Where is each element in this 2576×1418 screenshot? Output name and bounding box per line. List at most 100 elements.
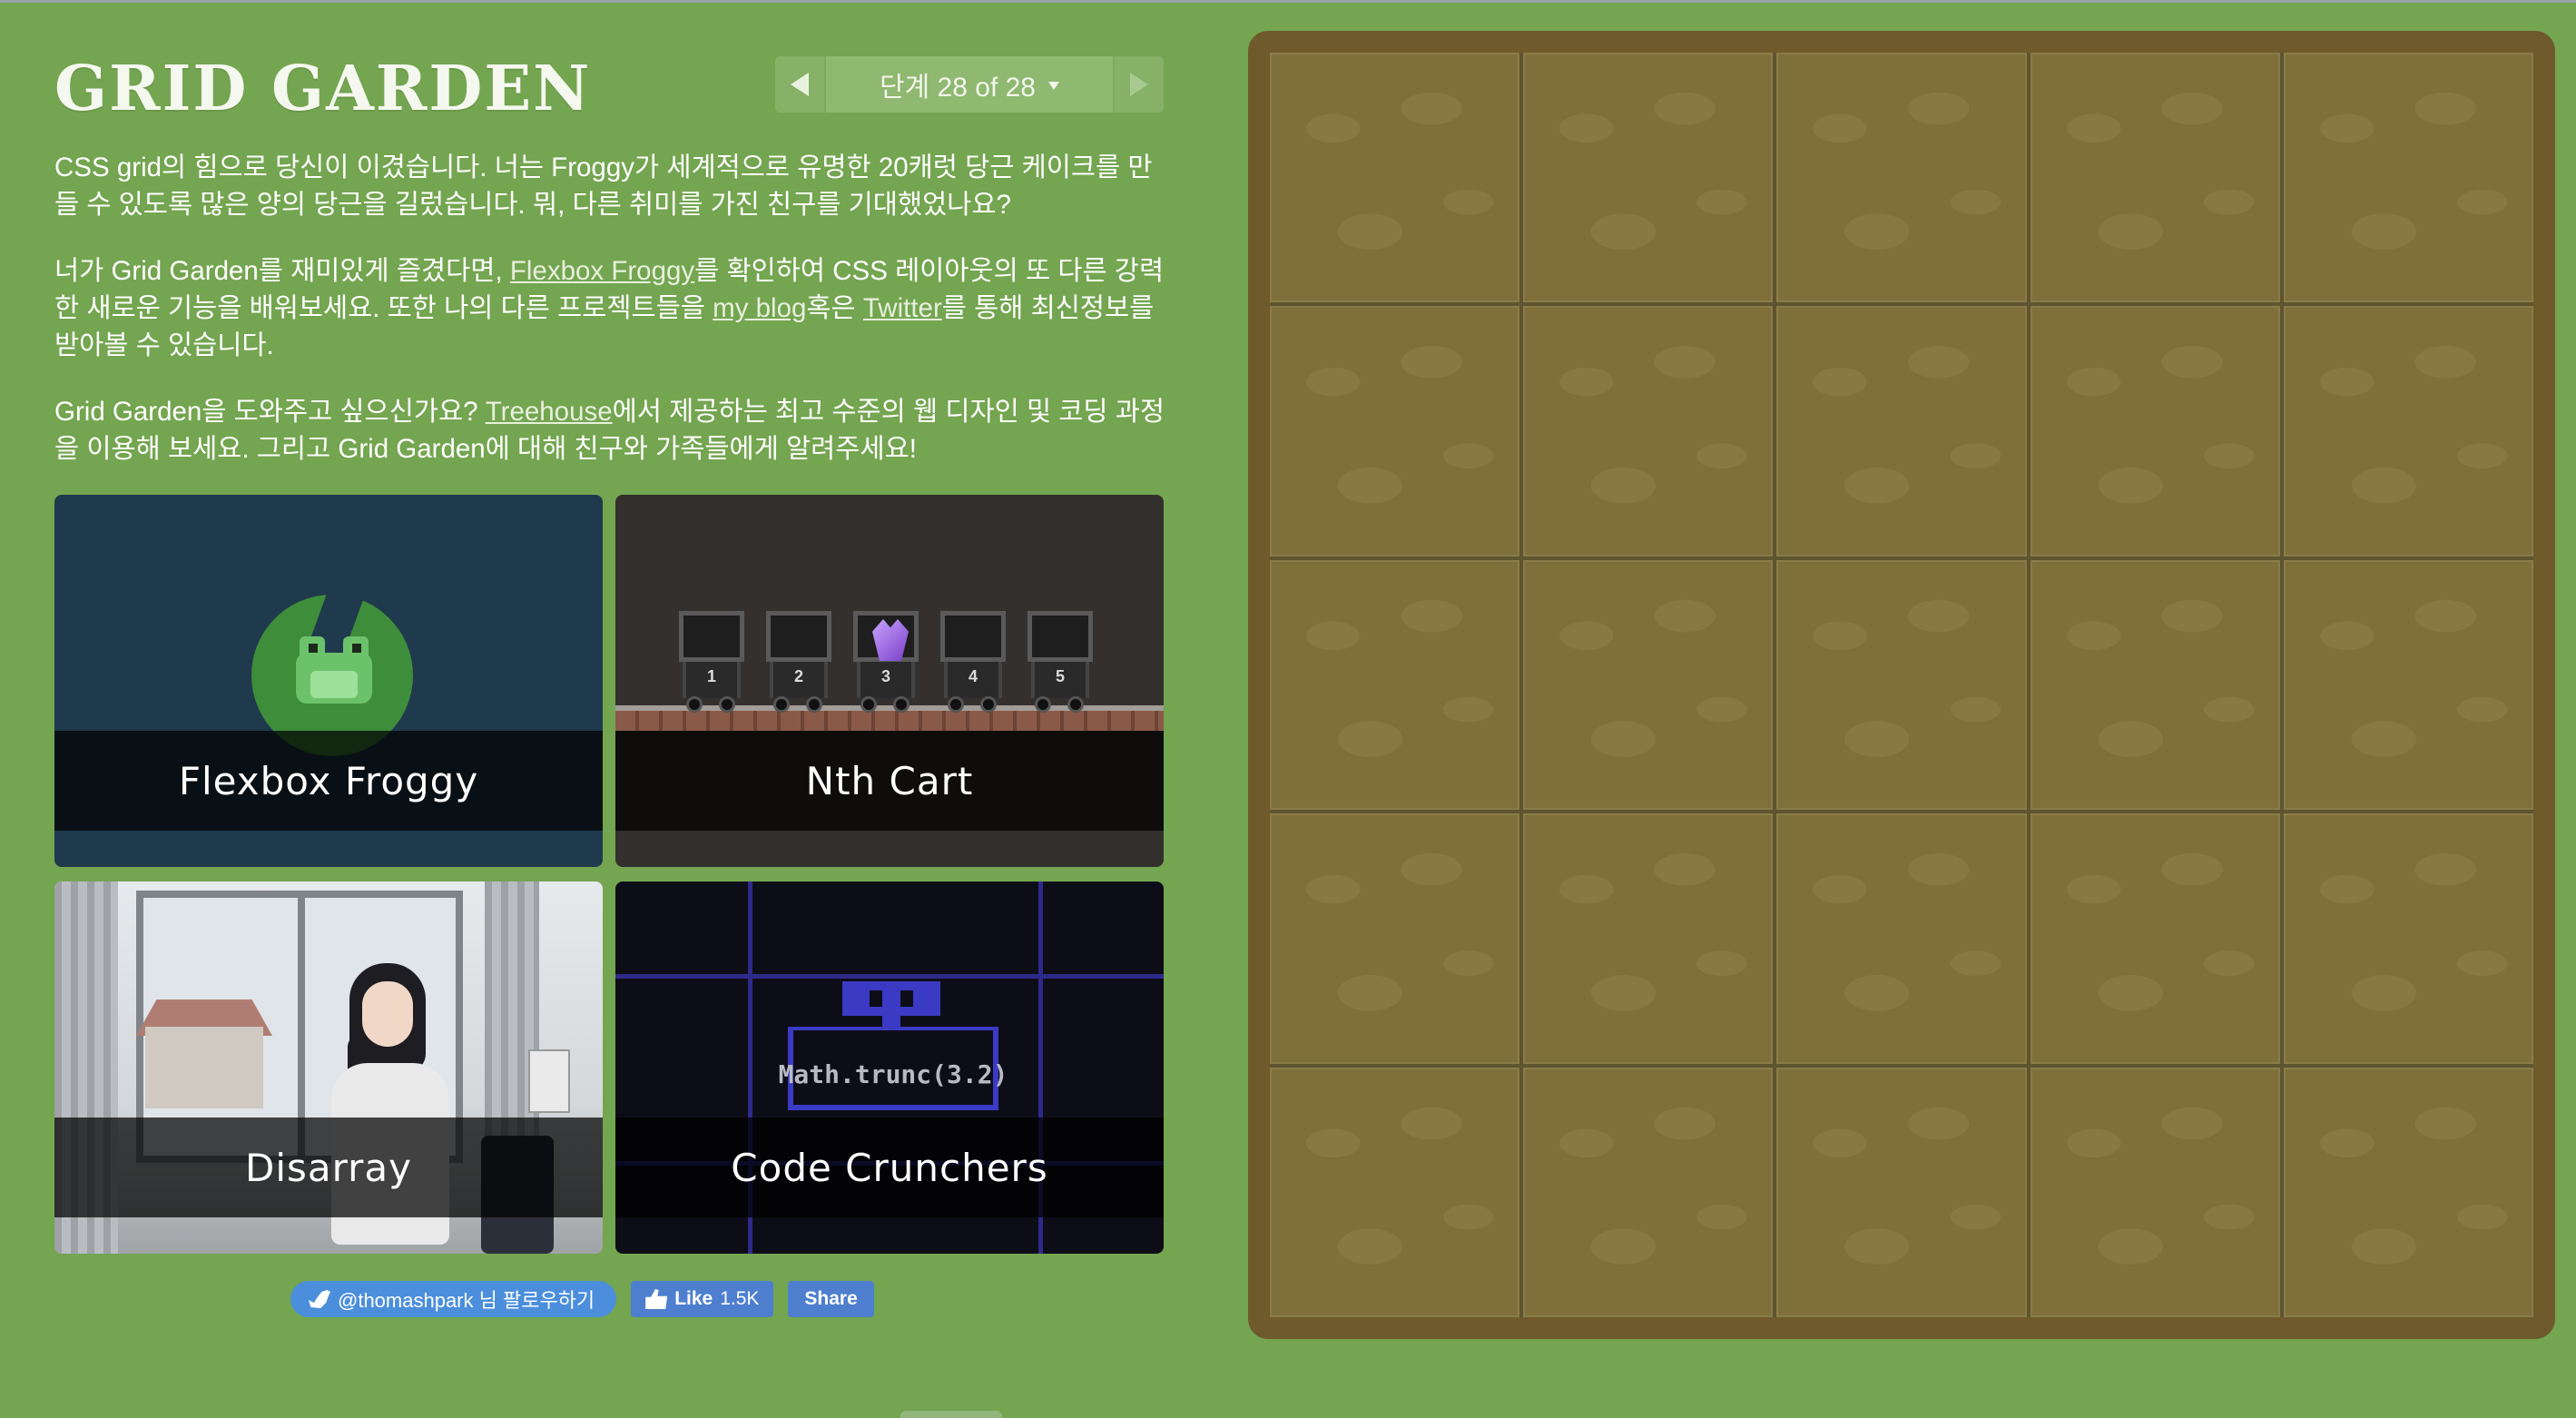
game-card-disarray[interactable]: Disarray bbox=[54, 881, 603, 1254]
soil-plot bbox=[2283, 559, 2533, 811]
calendar-image bbox=[528, 1049, 570, 1113]
crystal-icon bbox=[872, 619, 909, 661]
twitter-follow-button[interactable]: @thomashpark 님 팔로우하기 bbox=[290, 1281, 617, 1317]
cart-5: 5 bbox=[1027, 611, 1093, 713]
game-card-nth-cart[interactable]: 1 2 3 4 5 Nth Cart bbox=[615, 495, 1164, 867]
cart-wheel bbox=[806, 696, 822, 713]
cart-1: 1 bbox=[679, 611, 744, 713]
previous-level-button[interactable] bbox=[775, 56, 824, 113]
rail-track bbox=[615, 711, 1164, 731]
cart-number: 5 bbox=[1055, 667, 1065, 685]
soil-plot bbox=[1523, 306, 1774, 556]
soil-plot bbox=[1776, 53, 2027, 303]
frog-icon bbox=[287, 633, 381, 705]
soil-plot bbox=[1776, 306, 2027, 556]
instructions: CSS grid의 힘으로 당신이 이겼습니다. 너는 Froggy가 세계적으… bbox=[54, 149, 1165, 497]
soil-plot bbox=[2030, 559, 2280, 811]
game-card-label: Disarray bbox=[54, 1118, 603, 1217]
soil-plot bbox=[1776, 559, 2027, 811]
soil-plot bbox=[1523, 813, 1774, 1064]
soil-plot bbox=[2283, 813, 2533, 1064]
code-snippet: Math.trunc(3.2) bbox=[778, 1059, 1008, 1089]
robot-icon bbox=[842, 981, 940, 1016]
cart-wheel bbox=[948, 696, 964, 713]
game-card-flexbox-froggy[interactable]: Flexbox Froggy bbox=[54, 495, 603, 867]
game-card-label: Nth Cart bbox=[615, 731, 1164, 831]
cart-wheel bbox=[686, 696, 703, 713]
cart-screen bbox=[679, 611, 744, 662]
soil-plot bbox=[2030, 813, 2280, 1064]
game-card-code-crunchers[interactable]: Math.trunc(3.2) Code Crunchers bbox=[615, 881, 1164, 1254]
my-blog-link[interactable]: my blog bbox=[713, 293, 806, 323]
cart-wheel bbox=[1035, 696, 1051, 713]
robot-eye-right bbox=[900, 990, 913, 1007]
twitter-bird-icon bbox=[309, 1290, 330, 1308]
soil-plot bbox=[1776, 1067, 2027, 1317]
app-title: GRID GARDEN bbox=[54, 53, 592, 125]
soil-plot bbox=[2283, 1067, 2533, 1317]
cart-number: 2 bbox=[793, 667, 803, 685]
soil-plot bbox=[1270, 306, 1520, 556]
frog-pupil-left bbox=[309, 644, 318, 653]
soil-plot bbox=[1523, 1067, 1774, 1317]
cart-wheel bbox=[980, 696, 997, 713]
garden-grid bbox=[1270, 53, 2533, 1317]
frog-pupil-right bbox=[352, 644, 361, 653]
p3-text-a: Grid Garden을 도와주고 싶으신가요? bbox=[54, 397, 486, 427]
top-border bbox=[0, 0, 2576, 3]
cart-wheel bbox=[719, 696, 735, 713]
soil-plot bbox=[2030, 1067, 2280, 1317]
cart-number: 4 bbox=[968, 667, 978, 685]
intro-paragraph-2: 너가 Grid Garden를 재미있게 즐겼다면, Flexbox Frogg… bbox=[54, 252, 1165, 364]
soil-plot bbox=[2283, 53, 2533, 303]
level-indicator-label: 단계 28 of 28 bbox=[880, 73, 1036, 103]
house-image bbox=[145, 1027, 263, 1108]
garden-board bbox=[1248, 31, 2555, 1339]
game-card-label: Code Crunchers bbox=[615, 1118, 1164, 1217]
scroll-handle[interactable] bbox=[900, 1411, 1002, 1418]
frog-belly bbox=[310, 671, 358, 698]
social-buttons: @thomashpark 님 팔로우하기 Like 1.5K Share bbox=[290, 1280, 874, 1318]
soil-plot bbox=[2283, 306, 2533, 556]
like-count: 1.5K bbox=[720, 1288, 760, 1309]
robot-eye-left bbox=[870, 990, 882, 1007]
cart-screen bbox=[940, 611, 1006, 662]
p2-text-a: 너가 Grid Garden를 재미있게 즐겼다면, bbox=[54, 256, 510, 286]
cart-3: 3 bbox=[853, 611, 919, 713]
grid-line bbox=[615, 974, 1164, 979]
cart-number: 1 bbox=[706, 667, 716, 685]
treehouse-link[interactable]: Treehouse bbox=[486, 397, 613, 427]
p2-text-c: 혹은 bbox=[806, 293, 863, 323]
cart-wheel bbox=[893, 696, 909, 713]
soil-plot bbox=[1270, 1067, 1520, 1317]
soil-plot bbox=[1523, 559, 1774, 811]
character-face bbox=[362, 981, 413, 1047]
cart-4: 4 bbox=[940, 611, 1006, 713]
cart-screen bbox=[766, 611, 831, 662]
twitter-link[interactable]: Twitter bbox=[863, 293, 942, 323]
facebook-like-button[interactable]: Like 1.5K bbox=[631, 1281, 774, 1317]
facebook-share-button[interactable]: Share bbox=[788, 1281, 874, 1317]
robot-neck bbox=[882, 1016, 900, 1027]
triangle-right-icon bbox=[1130, 73, 1148, 96]
level-navigation: 단계 28 of 28 bbox=[775, 56, 1164, 113]
cart-2: 2 bbox=[766, 611, 831, 713]
next-level-button[interactable] bbox=[1115, 56, 1164, 113]
triangle-left-icon bbox=[791, 73, 809, 96]
soil-plot bbox=[2030, 53, 2280, 303]
intro-paragraph-3: Grid Garden을 도와주고 싶으신가요? Treehouse에서 제공하… bbox=[54, 393, 1165, 468]
intro-paragraph-1: CSS grid의 힘으로 당신이 이겼습니다. 너는 Froggy가 세계적으… bbox=[54, 153, 1153, 220]
caret-down-icon bbox=[1047, 82, 1059, 90]
flexbox-froggy-link[interactable]: Flexbox Froggy bbox=[510, 256, 694, 286]
soil-plot bbox=[1270, 53, 1520, 303]
cart-wheel bbox=[860, 696, 877, 713]
twitter-follow-label: @thomashpark 님 팔로우하기 bbox=[338, 1289, 595, 1312]
soil-plot bbox=[2030, 306, 2280, 556]
level-indicator-dropdown[interactable]: 단계 28 of 28 bbox=[824, 56, 1115, 113]
soil-plot bbox=[1270, 559, 1520, 811]
soil-plot bbox=[1523, 53, 1774, 303]
soil-plot bbox=[1270, 813, 1520, 1064]
cart-wheel bbox=[773, 696, 790, 713]
cart-screen bbox=[853, 611, 919, 662]
cart-wheel bbox=[1067, 696, 1084, 713]
